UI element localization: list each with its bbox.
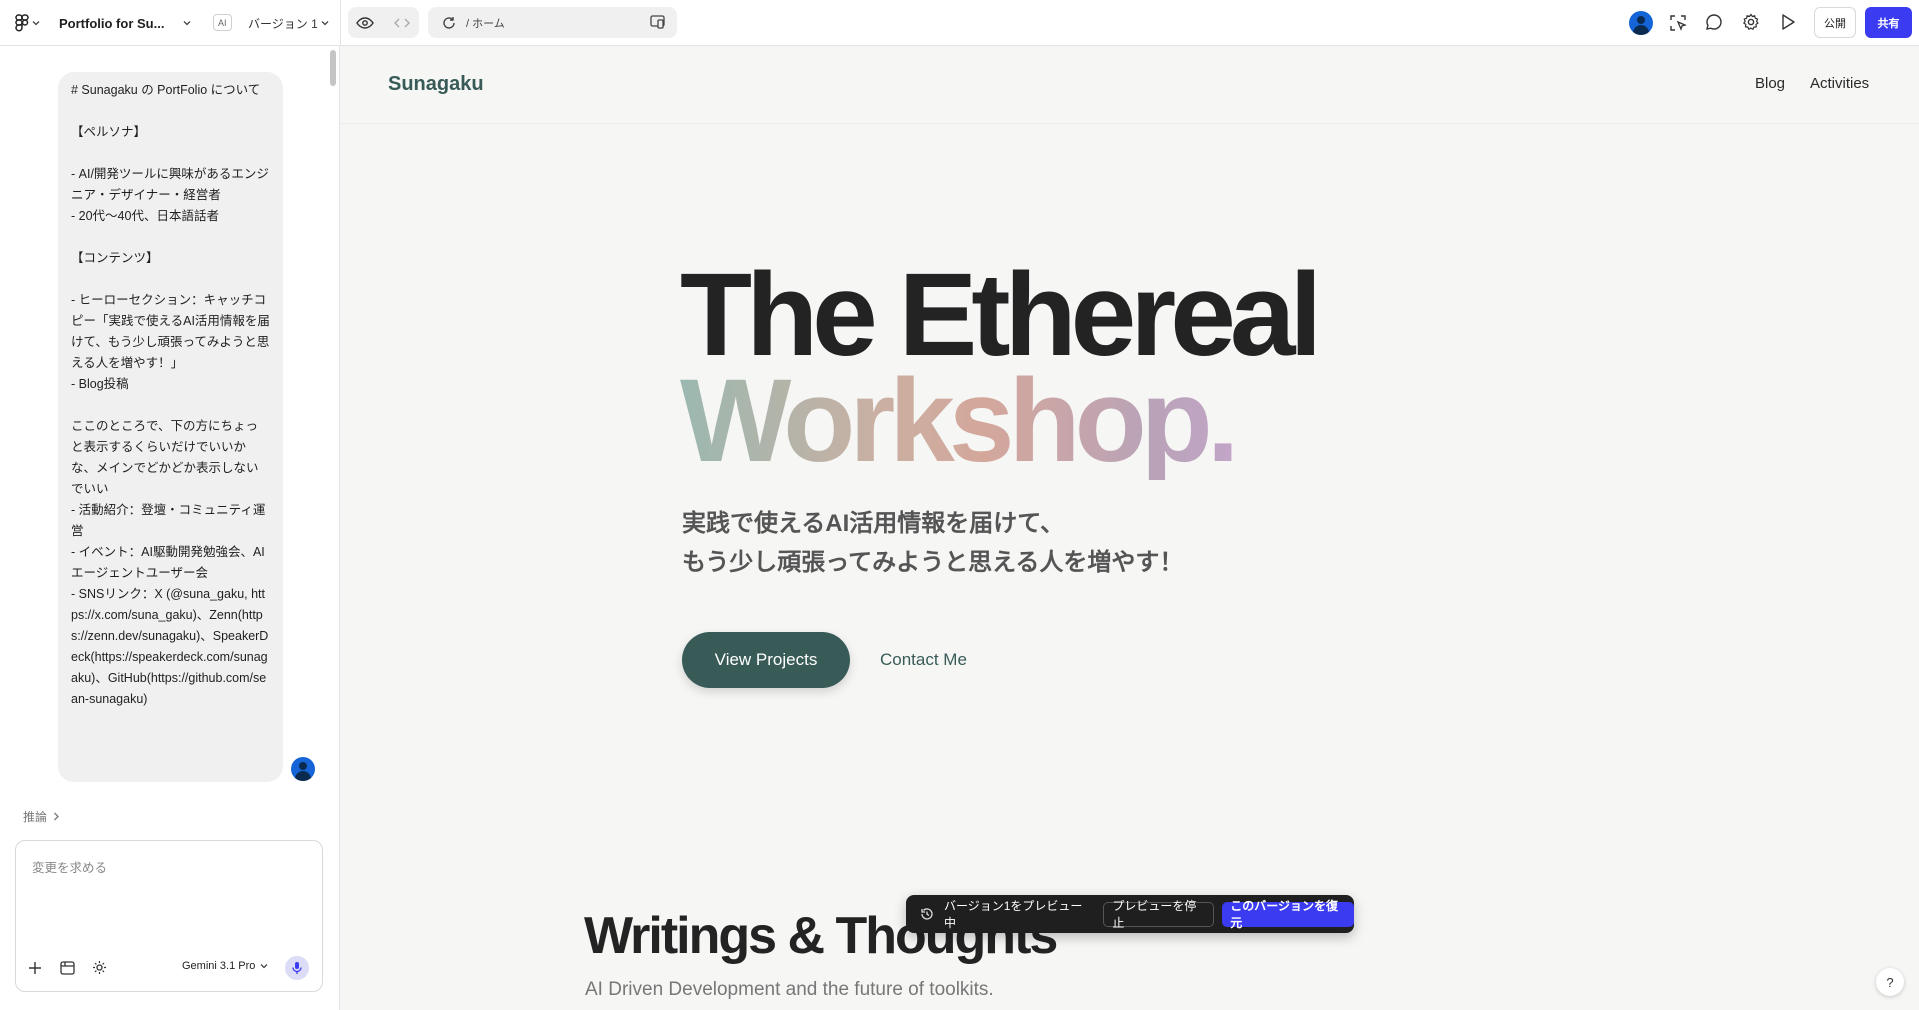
microphone-button[interactable] (285, 956, 309, 980)
chat-composer: 変更を求める Gemini 3.1 Pro (15, 840, 323, 992)
chat-scrollbar[interactable] (330, 50, 336, 86)
hero-subtitle-line1: 実践で使えるAI活用情報を届けて、 (682, 510, 1065, 537)
app-menu-button[interactable] (15, 12, 40, 34)
microphone-icon (292, 961, 302, 975)
restore-version-button[interactable]: このバージョンを復元 (1222, 899, 1354, 930)
help-button[interactable]: ? (1876, 968, 1904, 996)
plus-icon[interactable] (28, 961, 42, 975)
view-projects-button[interactable]: View Projects (682, 632, 850, 688)
divider (340, 0, 341, 46)
nav-link-activities[interactable]: Activities (1810, 75, 1869, 92)
message-avatar (291, 757, 315, 781)
chevron-down-icon (32, 19, 40, 27)
share-button[interactable]: 共有 (1865, 7, 1912, 38)
ai-badge: AI (213, 14, 232, 31)
site-logo[interactable]: Sunagaku (388, 73, 484, 96)
eye-icon[interactable] (348, 7, 381, 38)
nav-link-blog[interactable]: Blog (1755, 75, 1785, 92)
sparkle-icon[interactable] (92, 960, 107, 975)
model-selector[interactable]: Gemini 3.1 Pro (182, 960, 268, 972)
figma-logo-icon (15, 14, 29, 32)
site-header: Sunagaku Blog Activities (340, 46, 1919, 124)
hero-title-line2: Workshop. (680, 355, 1240, 487)
code-icon[interactable] (385, 7, 418, 38)
top-bar: Portfolio for Su... AI バージョン 1 / ホーム 公開 … (0, 0, 1919, 46)
project-title[interactable]: Portfolio for Su... (59, 12, 164, 34)
preview-toast: バージョン1をプレビュー中 プレビューを停止 このバージョンを復元 (906, 895, 1354, 933)
preview-status: バージョン1をプレビュー中 (944, 899, 1083, 930)
comment-icon[interactable] (1705, 13, 1723, 31)
gear-icon[interactable] (1742, 13, 1760, 31)
image-upload-icon[interactable] (60, 961, 75, 975)
device-preview-icon[interactable] (650, 15, 665, 29)
chat-input[interactable]: 変更を求める (32, 857, 107, 876)
section-subtitle: AI Driven Development and the future of … (585, 979, 994, 1000)
contact-me-link[interactable]: Contact Me (880, 632, 967, 688)
project-chevron-down-icon[interactable] (183, 19, 191, 27)
hero-subtitle-line2: もう少し頑張ってみようと思える人を増やす！ (682, 549, 1184, 576)
address-bar[interactable]: / ホーム (428, 7, 677, 38)
play-icon[interactable] (1780, 13, 1796, 31)
reasoning-label: 推論 (23, 810, 48, 824)
version-selector[interactable]: バージョン 1 (248, 12, 329, 34)
chevron-down-icon (260, 962, 268, 970)
view-mode-toggle (348, 7, 419, 38)
address-path: / ホーム (466, 17, 505, 30)
site-preview: Sunagaku Blog Activities The Ethereal Wo… (340, 46, 1919, 1010)
model-label: Gemini 3.1 Pro (182, 960, 256, 972)
hero-subtitle: 実践で使えるAI活用情報を届けて、 もう少し頑張ってみようと思える人を増やす！ (682, 504, 1183, 582)
reasoning-toggle[interactable]: 推論 (23, 808, 60, 825)
publish-button[interactable]: 公開 (1814, 7, 1856, 38)
stop-preview-button[interactable]: プレビューを停止 (1103, 899, 1215, 930)
select-element-icon[interactable] (1669, 14, 1687, 32)
refresh-icon[interactable] (442, 16, 456, 30)
chevron-right-icon (53, 812, 60, 821)
version-label: バージョン 1 (248, 16, 318, 31)
user-avatar[interactable] (1629, 11, 1653, 35)
history-icon (920, 907, 934, 921)
chevron-down-icon (321, 19, 329, 27)
user-message-bubble: # Sunagaku の PortFolio について 【ペルソナ】 - AI/… (58, 72, 283, 782)
